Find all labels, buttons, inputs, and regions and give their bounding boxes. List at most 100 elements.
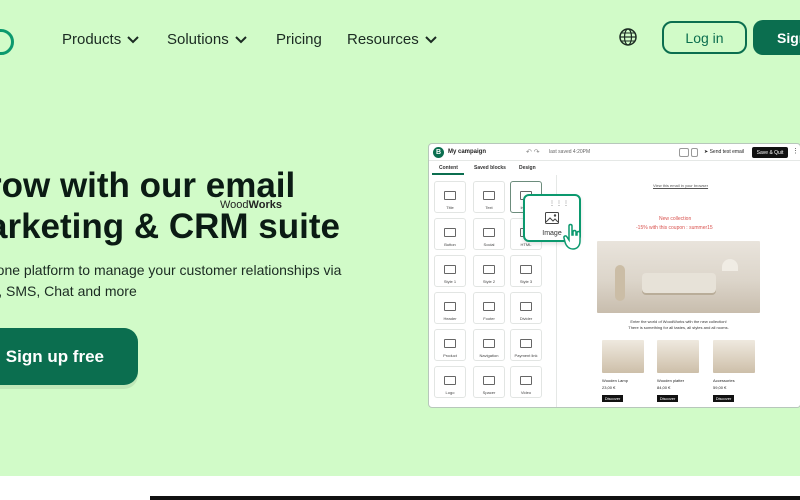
block-tile: Product — [434, 329, 466, 361]
brand-light: Wood — [220, 199, 249, 211]
block-label: Payment link — [514, 353, 538, 358]
block-tile: Divider — [510, 292, 542, 324]
nav-resources[interactable]: Resources — [347, 31, 437, 48]
block-glyph-icon — [483, 228, 495, 237]
tab-saved-blocks: Saved blocks — [474, 165, 506, 171]
product-price: 23,00 € — [602, 385, 616, 390]
editor-toolbar: B My campaign ↶ ↷ last saved 4:20PM ➤ Se… — [429, 144, 800, 161]
block-tile: Navigation — [473, 329, 505, 361]
send-test-label: Send test email — [709, 149, 745, 155]
product-price: 59,00 € — [713, 385, 727, 390]
editor-logo: B — [433, 147, 444, 158]
view-in-browser-link: View this email in your browser — [653, 183, 709, 188]
block-glyph-icon — [444, 302, 456, 311]
globe-icon[interactable] — [618, 27, 638, 47]
logo[interactable] — [0, 29, 14, 55]
bottom-line — [150, 496, 800, 500]
block-glyph-icon — [520, 302, 532, 311]
hero-sub-line2: il, SMS, Chat and more — [0, 283, 137, 299]
block-glyph-icon — [483, 302, 495, 311]
send-test-email: ➤ Send test email — [704, 149, 745, 155]
editor-tabs: Content Saved blocks Design — [429, 161, 557, 175]
discover-button: Discover — [657, 395, 678, 402]
nav-pricing[interactable]: Pricing — [276, 31, 322, 48]
brand-name: WoodWorks — [220, 199, 282, 211]
block-tile: Payment link — [510, 329, 542, 361]
product-name: Wooden platter — [657, 378, 685, 383]
block-glyph-icon — [483, 376, 495, 385]
nav-products-label: Products — [62, 31, 122, 48]
signup-button-top[interactable]: Sign — [753, 20, 800, 55]
block-label: Social — [483, 242, 495, 247]
product-name: Wooden Lamp — [602, 378, 628, 383]
block-label: Title — [446, 205, 454, 210]
living-room-image — [597, 241, 760, 313]
block-label: Header — [443, 316, 457, 321]
block-tile: Title — [434, 181, 466, 213]
signup-free-button[interactable]: Sign up free — [0, 328, 138, 385]
block-label: Text — [485, 205, 493, 210]
tab-content: Content — [439, 165, 458, 171]
chevron-down-icon — [424, 35, 437, 43]
block-tile: Video — [510, 366, 542, 398]
block-label: Divider — [519, 316, 533, 321]
block-glyph-icon — [444, 191, 456, 200]
discover-button: Discover — [713, 395, 734, 402]
nav-solutions-label: Solutions — [167, 31, 229, 48]
block-tile: Text — [473, 181, 505, 213]
undo-redo-icon: ↶ ↷ — [526, 149, 540, 156]
block-tile: Logo — [434, 366, 466, 398]
block-label: Style 3 — [519, 279, 533, 284]
save-quit-button: Save & Quit — [752, 147, 788, 158]
sofa-shape — [642, 273, 716, 293]
block-label: Logo — [445, 390, 455, 395]
block-glyph-icon — [444, 265, 456, 274]
nav-resources-label: Resources — [347, 31, 419, 48]
block-label: Style 1 — [443, 279, 457, 284]
chevron-down-icon — [127, 35, 139, 43]
more-icon: ⋮ — [792, 148, 799, 155]
email-intro-line2: There is something for all tastes, all s… — [628, 325, 729, 330]
block-glyph-icon — [520, 376, 532, 385]
block-tile: Spacer — [473, 366, 505, 398]
hero-headline: row with our email arketing & CRM suite — [0, 165, 340, 247]
block-glyph-icon — [520, 339, 532, 348]
block-glyph-icon — [444, 376, 456, 385]
lamp-shape — [722, 259, 738, 271]
nav-pricing-label: Pricing — [276, 31, 322, 48]
block-label: Spacer — [482, 390, 496, 395]
product-image-platter — [657, 340, 699, 373]
tab-design: Design — [519, 165, 536, 171]
block-glyph-icon — [483, 265, 495, 274]
block-label: Product — [443, 353, 457, 358]
mobile-preview-icon — [691, 148, 698, 157]
block-label: HTML — [520, 242, 532, 247]
email-intro: Enter the world of WoodWorks with the ne… — [597, 319, 760, 331]
hero-sub-line1: -one platform to manage your customer re… — [0, 262, 342, 278]
block-tile: Header — [434, 292, 466, 324]
block-glyph-icon — [444, 228, 456, 237]
block-tile: Style 3 — [510, 255, 542, 287]
top-nav: Products Solutions Pricing Resources Log… — [0, 0, 800, 80]
new-collection-text: New collection — [659, 216, 692, 222]
block-tile: Social — [473, 218, 505, 250]
block-label: Navigation — [479, 353, 499, 358]
block-tile: Footer — [473, 292, 505, 324]
product-image-accessories — [713, 340, 755, 373]
block-tile: Style 1 — [434, 255, 466, 287]
product-image-lamp — [602, 340, 644, 373]
product-name: Accessories — [713, 378, 735, 383]
hero-headline-line2: arketing & CRM suite — [0, 207, 340, 246]
block-glyph-icon — [444, 339, 456, 348]
brand-bold: Works — [248, 199, 282, 211]
chevron-down-icon — [235, 35, 247, 43]
nav-products[interactable]: Products — [62, 31, 139, 48]
hero-subheadline: -one platform to manage your customer re… — [0, 260, 341, 302]
coupon-text: -15% with this coupon : summer15 — [636, 225, 713, 231]
desktop-preview-icon — [679, 148, 689, 157]
block-label: Footer — [483, 316, 495, 321]
login-button[interactable]: Log in — [662, 21, 747, 54]
product-price: 84,00 € — [657, 385, 671, 390]
nav-solutions[interactable]: Solutions — [167, 31, 247, 48]
campaign-title: My campaign — [448, 149, 487, 155]
